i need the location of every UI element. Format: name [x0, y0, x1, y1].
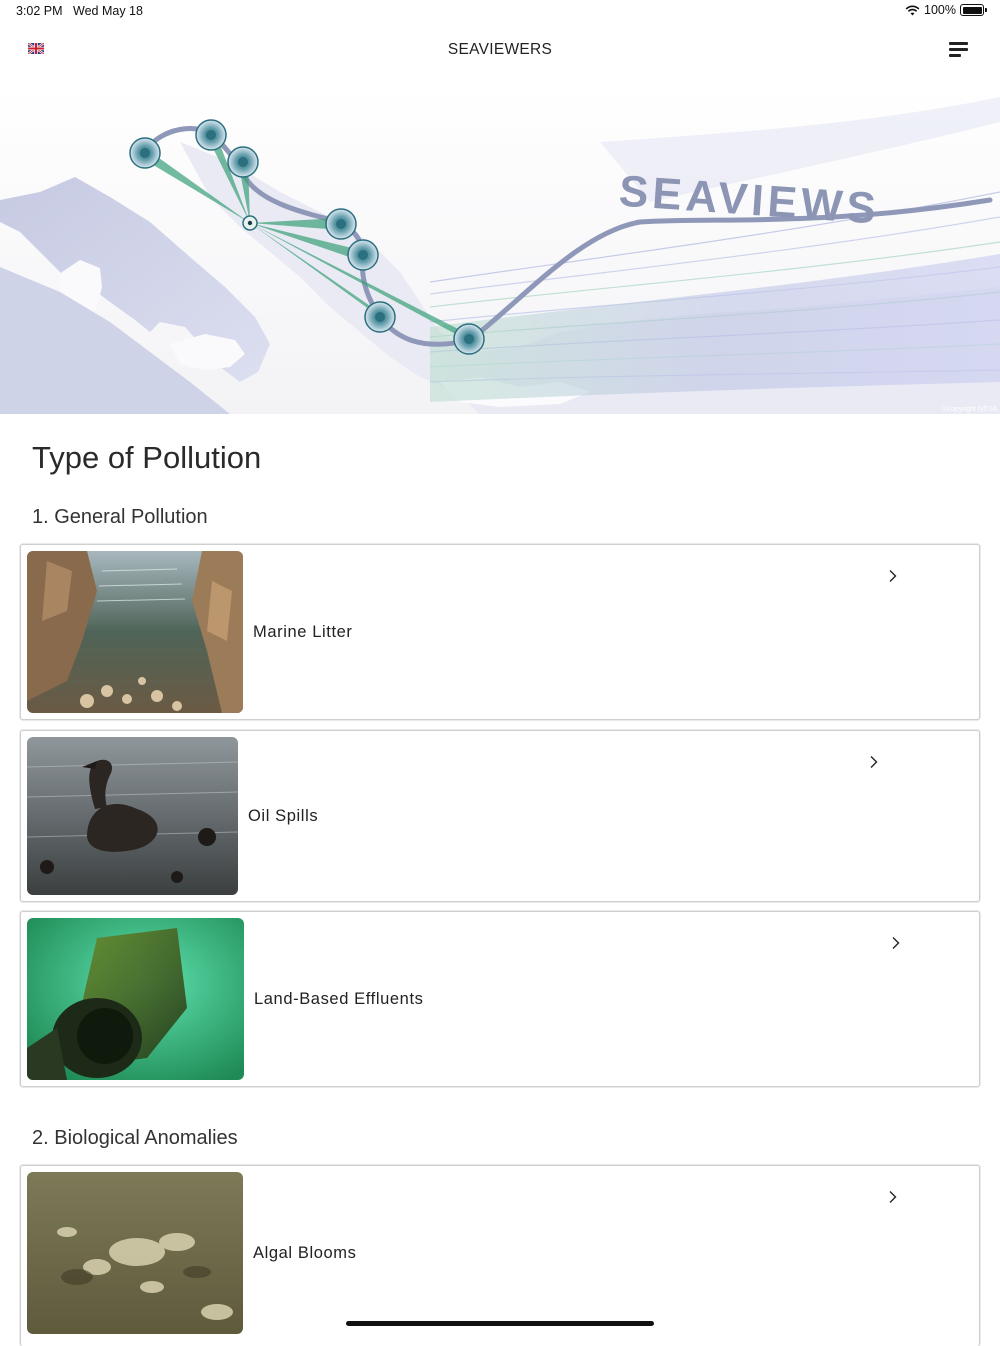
status-date: Wed May 18 — [73, 4, 143, 18]
chevron-right-icon — [889, 1191, 897, 1203]
app-title: SEAVIEWERS — [447, 41, 553, 58]
card-label: Oil Spills — [248, 807, 319, 825]
chevron-right-icon — [870, 756, 878, 768]
status-bar: 3:02 PM Wed May 18 100% — [0, 0, 1000, 24]
seaviews-map-illustration: SEAVIEWS ©copyright NTUA — [0, 82, 1000, 414]
status-right: 100% — [905, 3, 987, 17]
pollution-card-algal-blooms[interactable]: Algal Blooms — [20, 1165, 980, 1346]
menu-icon[interactable] — [949, 40, 969, 58]
status-time: 3:02 PM — [16, 4, 63, 18]
nav-bar: SEAVIEWERS — [0, 28, 1000, 72]
home-indicator[interactable] — [346, 1321, 654, 1326]
wifi-icon — [905, 5, 920, 15]
oil-spills-image — [27, 737, 238, 895]
chevron-right-icon — [889, 570, 897, 582]
chevron-right-icon — [892, 937, 900, 949]
battery-icon — [960, 4, 987, 16]
battery-percent: 100% — [924, 3, 956, 17]
section-title-general-pollution: 1. General Pollution — [32, 506, 208, 528]
card-label: Marine Litter — [253, 623, 353, 641]
card-label: Algal Blooms — [253, 1244, 357, 1262]
land-based-effluents-image — [27, 918, 244, 1080]
section-title-biological-anomalies: 2. Biological Anomalies — [32, 1127, 238, 1149]
pollution-card-oil-spills[interactable]: Oil Spills — [20, 730, 980, 902]
card-label: Land-Based Effluents — [254, 990, 424, 1008]
hero-copyright: ©copyright NTUA — [942, 405, 997, 413]
page-title: Type of Pollution — [32, 440, 262, 475]
hero-banner: SEAVIEWS ©copyright NTUA — [0, 82, 1000, 414]
algal-blooms-image — [27, 1172, 243, 1334]
pollution-card-land-based-effluents[interactable]: Land-Based Effluents — [20, 911, 980, 1087]
pollution-card-marine-litter[interactable]: Marine Litter — [20, 544, 980, 720]
marine-litter-image — [27, 551, 243, 713]
